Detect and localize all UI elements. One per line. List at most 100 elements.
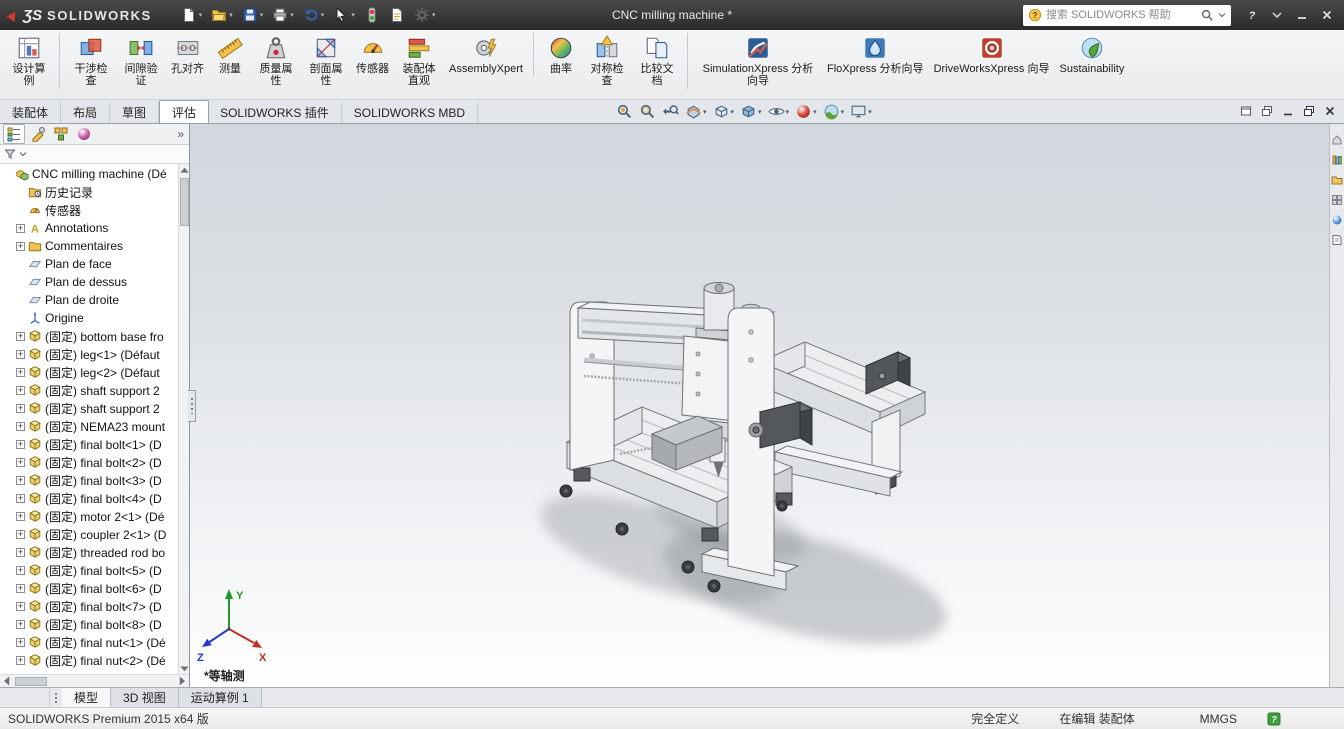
tree-item[interactable]: Plan de droite xyxy=(0,291,189,309)
search-box[interactable]: ? xyxy=(1023,5,1231,26)
tree-horizontal-scrollbar[interactable] xyxy=(0,674,189,687)
units-selector[interactable]: MMGS xyxy=(1200,712,1237,726)
tree-item[interactable]: 传感器 xyxy=(0,201,189,219)
quickbar-button[interactable] xyxy=(386,3,408,27)
headsup-button[interactable] xyxy=(712,103,736,120)
tree-expander[interactable] xyxy=(16,224,25,233)
tree-expander[interactable] xyxy=(16,602,25,611)
ribbon-button[interactable]: 质量属性 xyxy=(251,33,301,89)
tree-expander[interactable] xyxy=(16,584,25,593)
tree-item[interactable]: (固定) shaft support 2 xyxy=(0,399,189,417)
tree-item[interactable]: A Annotations xyxy=(0,219,189,237)
taskpane-icon[interactable] xyxy=(1331,214,1343,226)
doc-control-button[interactable] xyxy=(1282,105,1294,117)
ribbon-button[interactable]: 设计算例 xyxy=(4,33,60,89)
ribbon-button[interactable]: AssemblyXpert xyxy=(444,33,534,77)
taskpane-icon[interactable] xyxy=(1331,234,1343,246)
quickbar-button[interactable] xyxy=(330,3,358,27)
tree-item[interactable]: (固定) final bolt<7> (D xyxy=(0,597,189,615)
ribbon-button[interactable]: Sustainability xyxy=(1055,33,1130,77)
quickbar-button[interactable] xyxy=(269,3,297,27)
quickbar-button[interactable] xyxy=(178,3,206,27)
panel-tab[interactable] xyxy=(3,124,25,144)
tree-item[interactable]: (固定) final nut<1> (Dé xyxy=(0,633,189,651)
quick-tips-icon[interactable]: ? xyxy=(1267,712,1281,726)
cnc-model-graphic[interactable] xyxy=(190,124,1329,687)
doc-control-button[interactable] xyxy=(1324,105,1336,117)
tree-expander[interactable] xyxy=(16,566,25,575)
tree-item[interactable]: (固定) motor 2<1> (Dé xyxy=(0,507,189,525)
scroll-right-icon[interactable] xyxy=(176,676,188,687)
tree-item[interactable]: Plan de face xyxy=(0,255,189,273)
tree-item[interactable]: Origine xyxy=(0,309,189,327)
headsup-button[interactable] xyxy=(638,103,657,120)
panel-tab[interactable] xyxy=(28,125,48,143)
tree-expander[interactable] xyxy=(16,638,25,647)
taskpane-icon[interactable] xyxy=(1331,174,1343,186)
filter-caret-down-icon[interactable] xyxy=(19,150,27,158)
tree-expander[interactable] xyxy=(16,458,25,467)
tree-expander[interactable] xyxy=(16,350,25,359)
tree-item[interactable]: Commentaires xyxy=(0,237,189,255)
tree-item[interactable]: (固定) final bolt<3> (D xyxy=(0,471,189,489)
tab-splitter-grip[interactable] xyxy=(50,688,62,707)
headsup-button[interactable] xyxy=(739,103,763,120)
tree-expander[interactable] xyxy=(16,242,25,251)
tree-expander[interactable] xyxy=(16,422,25,431)
tree-expander[interactable] xyxy=(16,548,25,557)
panel-splitter-handle[interactable] xyxy=(188,390,196,422)
command-tab[interactable]: 装配体 xyxy=(0,102,61,123)
tree-filter-row[interactable] xyxy=(0,145,189,164)
doc-control-button[interactable] xyxy=(1240,105,1252,117)
headsup-button[interactable] xyxy=(822,103,846,120)
headsup-button[interactable] xyxy=(615,103,634,120)
tree-item[interactable]: (固定) NEMA23 mount xyxy=(0,417,189,435)
quickbar-button[interactable] xyxy=(208,3,236,27)
taskpane-icon[interactable] xyxy=(1331,194,1343,206)
scroll-left-icon[interactable] xyxy=(1,676,13,687)
headsup-button[interactable] xyxy=(849,103,873,120)
headsup-button[interactable] xyxy=(684,103,708,120)
command-tab[interactable]: SOLIDWORKS MBD xyxy=(342,102,478,123)
tree-item[interactable]: 历史记录 xyxy=(0,183,189,201)
taskpane-icon[interactable] xyxy=(1331,134,1343,146)
tree-item[interactable]: (固定) leg<2> (Défaut xyxy=(0,363,189,381)
doc-control-button[interactable] xyxy=(1261,105,1273,117)
ribbon-button[interactable]: DriveWorksXpress 向导 xyxy=(929,33,1055,77)
tree-expander[interactable] xyxy=(16,494,25,503)
scrollbar-thumb[interactable] xyxy=(180,178,189,226)
quickbar-button[interactable] xyxy=(361,3,383,27)
graphics-area[interactable]: Y X Z *等轴测 xyxy=(190,124,1329,687)
window-control-button[interactable] xyxy=(1268,6,1286,24)
ribbon-button[interactable]: SimulationXpress 分析向导 xyxy=(694,33,822,89)
tree-expander[interactable] xyxy=(16,530,25,539)
tree-item[interactable]: (固定) final bolt<4> (D xyxy=(0,489,189,507)
tree-expander[interactable] xyxy=(16,512,25,521)
ribbon-button[interactable]: 孔对齐 xyxy=(166,33,209,77)
headsup-button[interactable] xyxy=(794,103,818,120)
ribbon-button[interactable]: FloXpress 分析向导 xyxy=(822,33,929,77)
ribbon-button[interactable]: 装配体直观 xyxy=(394,33,444,89)
tree-item[interactable]: (固定) final bolt<6> (D xyxy=(0,579,189,597)
window-control-button[interactable] xyxy=(1293,6,1311,24)
ribbon-button[interactable]: 曲率 xyxy=(540,33,582,77)
document-tab[interactable]: 运动算例 1 xyxy=(179,688,262,707)
tree-item[interactable]: (固定) final nut<2> (Dé xyxy=(0,651,189,669)
tree-item[interactable]: CNC milling machine (Dé xyxy=(0,165,189,183)
quickbar-button[interactable] xyxy=(411,3,439,27)
window-control-button[interactable] xyxy=(1318,6,1336,24)
tree-item[interactable]: (固定) threaded rod bo xyxy=(0,543,189,561)
tree-item[interactable]: (固定) final bolt<2> (D xyxy=(0,453,189,471)
tree-expander[interactable] xyxy=(16,386,25,395)
scroll-down-icon[interactable] xyxy=(179,662,190,674)
ribbon-button[interactable]: 对称检查 xyxy=(582,33,632,89)
ribbon-button[interactable]: 比较文档 xyxy=(632,33,688,89)
tree-item[interactable]: (固定) bottom base fro xyxy=(0,327,189,345)
tree-expander[interactable] xyxy=(16,656,25,665)
command-tab[interactable]: 布局 xyxy=(61,102,110,123)
command-tab[interactable]: 评估 xyxy=(159,100,209,123)
command-tab[interactable]: 草图 xyxy=(110,102,159,123)
tree-expander[interactable] xyxy=(16,404,25,413)
tree-item[interactable]: (固定) final bolt<5> (D xyxy=(0,561,189,579)
tree-item[interactable]: (固定) final bolt<1> (D xyxy=(0,435,189,453)
